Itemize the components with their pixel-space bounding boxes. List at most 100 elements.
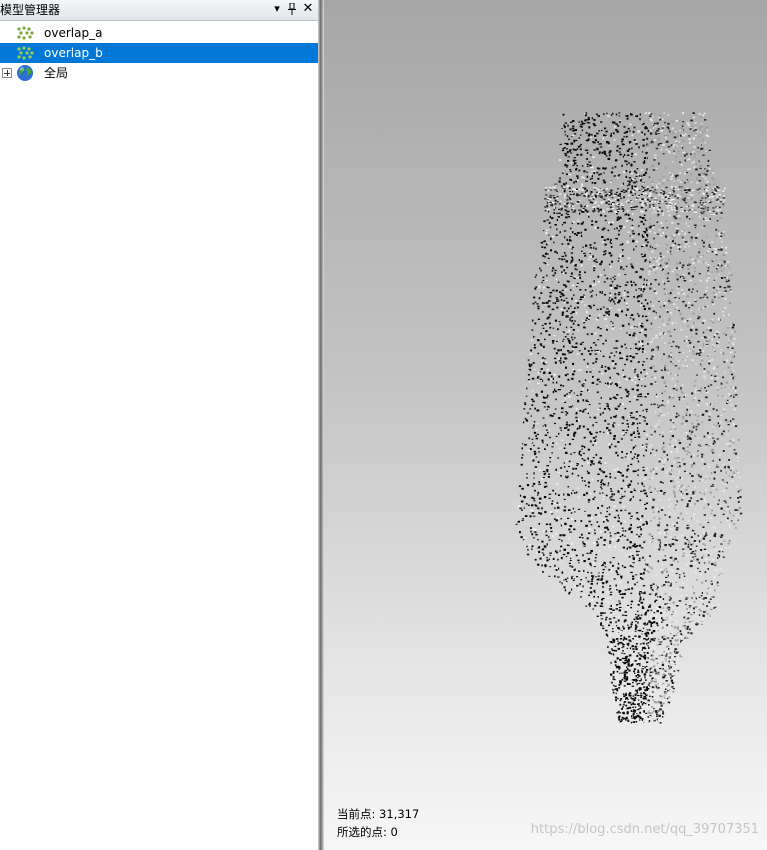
cloud-point	[653, 644, 657, 646]
cloud-point	[676, 374, 679, 376]
cloud-point	[635, 534, 638, 536]
cloud-point	[637, 474, 639, 476]
cloud-point	[721, 479, 724, 481]
cloud-point	[614, 477, 617, 479]
cloud-point	[711, 241, 714, 243]
tree-item-overlap-b[interactable]: overlap_b	[0, 43, 318, 63]
cloud-point	[529, 516, 532, 518]
pin-icon[interactable]	[285, 2, 299, 16]
cloud-point	[634, 283, 637, 286]
cloud-point	[532, 528, 535, 530]
cloud-point	[560, 214, 563, 216]
cloud-point	[617, 454, 619, 457]
dropdown-arrow-icon[interactable]: ▾	[270, 2, 284, 16]
cloud-point	[633, 679, 635, 682]
cloud-point	[678, 574, 681, 576]
cloud-point	[692, 262, 695, 265]
cloud-point	[676, 450, 679, 453]
cloud-point	[621, 451, 623, 453]
cloud-point	[731, 520, 733, 522]
cloud-point	[644, 503, 646, 505]
cloud-point	[575, 467, 577, 470]
tree-item-global[interactable]: 全局	[0, 63, 318, 83]
cloud-point	[622, 182, 624, 185]
cloud-point	[522, 443, 524, 445]
cloud-point	[668, 656, 671, 658]
cloud-point	[629, 235, 632, 237]
cloud-point	[534, 452, 537, 454]
cloud-point	[634, 185, 637, 188]
close-icon[interactable]: ✕	[301, 2, 315, 16]
cloud-point	[621, 138, 624, 141]
cloud-point	[655, 685, 658, 688]
cloud-point	[690, 503, 692, 506]
cloud-point	[659, 710, 661, 712]
cloud-point	[674, 504, 678, 506]
cloud-point	[572, 263, 575, 265]
cloud-point	[704, 177, 707, 180]
cloud-point	[721, 259, 724, 261]
cloud-point	[698, 113, 701, 115]
cloud-point	[619, 253, 622, 256]
cloud-point	[649, 222, 651, 225]
cloud-point	[619, 244, 622, 246]
cloud-point	[710, 374, 713, 376]
cloud-point	[554, 408, 557, 410]
cloud-point	[625, 265, 628, 268]
cloud-point	[673, 679, 676, 682]
cloud-point	[675, 120, 679, 122]
cloud-point	[662, 619, 665, 621]
3d-viewport[interactable]: 当前点: 31,317 所选的点: 0 https://blog.csdn.ne…	[324, 0, 767, 850]
cloud-point	[712, 179, 716, 181]
cloud-point	[600, 470, 603, 472]
cloud-point	[624, 520, 626, 523]
cloud-point	[564, 221, 566, 224]
cloud-point	[642, 182, 645, 185]
cloud-point	[659, 597, 661, 600]
cloud-point	[661, 572, 664, 574]
cloud-point	[617, 640, 619, 642]
cloud-point	[655, 291, 658, 294]
cloud-point	[584, 510, 586, 512]
cloud-point	[673, 513, 676, 515]
cloud-point	[694, 486, 696, 488]
tree-item-overlap-a[interactable]: overlap_a	[0, 23, 318, 43]
cloud-point	[566, 426, 568, 429]
cloud-point	[564, 134, 567, 136]
cloud-point	[528, 437, 530, 440]
cloud-point	[677, 367, 681, 370]
cloud-point	[659, 623, 662, 625]
cloud-point	[656, 221, 659, 223]
cloud-point	[630, 163, 633, 166]
cloud-point	[561, 271, 563, 273]
cloud-point	[650, 620, 654, 622]
cloud-point	[598, 403, 601, 405]
cloud-point	[640, 577, 642, 579]
cloud-point	[627, 180, 630, 182]
cloud-point	[670, 301, 673, 304]
cloud-point	[641, 325, 644, 328]
cloud-point	[660, 404, 664, 406]
cloud-point	[652, 348, 655, 351]
cloud-point	[676, 306, 679, 309]
cloud-point	[660, 211, 663, 213]
cloud-point	[703, 336, 706, 339]
cloud-point	[670, 597, 672, 600]
cloud-point	[604, 318, 607, 321]
cloud-point	[590, 599, 594, 601]
cloud-point	[568, 460, 571, 463]
cloud-point	[556, 219, 558, 221]
cloud-point	[615, 129, 618, 131]
expand-icon[interactable]	[2, 68, 12, 78]
cloud-point	[679, 275, 681, 278]
cloud-point	[674, 177, 678, 180]
cloud-point	[689, 443, 691, 446]
cloud-point	[626, 355, 629, 358]
cloud-point	[621, 527, 624, 529]
cloud-point	[671, 637, 674, 639]
cloud-point	[628, 683, 631, 685]
cloud-point	[643, 654, 647, 656]
cloud-point	[665, 687, 669, 689]
cloud-point	[590, 191, 593, 193]
cloud-point	[721, 277, 724, 279]
